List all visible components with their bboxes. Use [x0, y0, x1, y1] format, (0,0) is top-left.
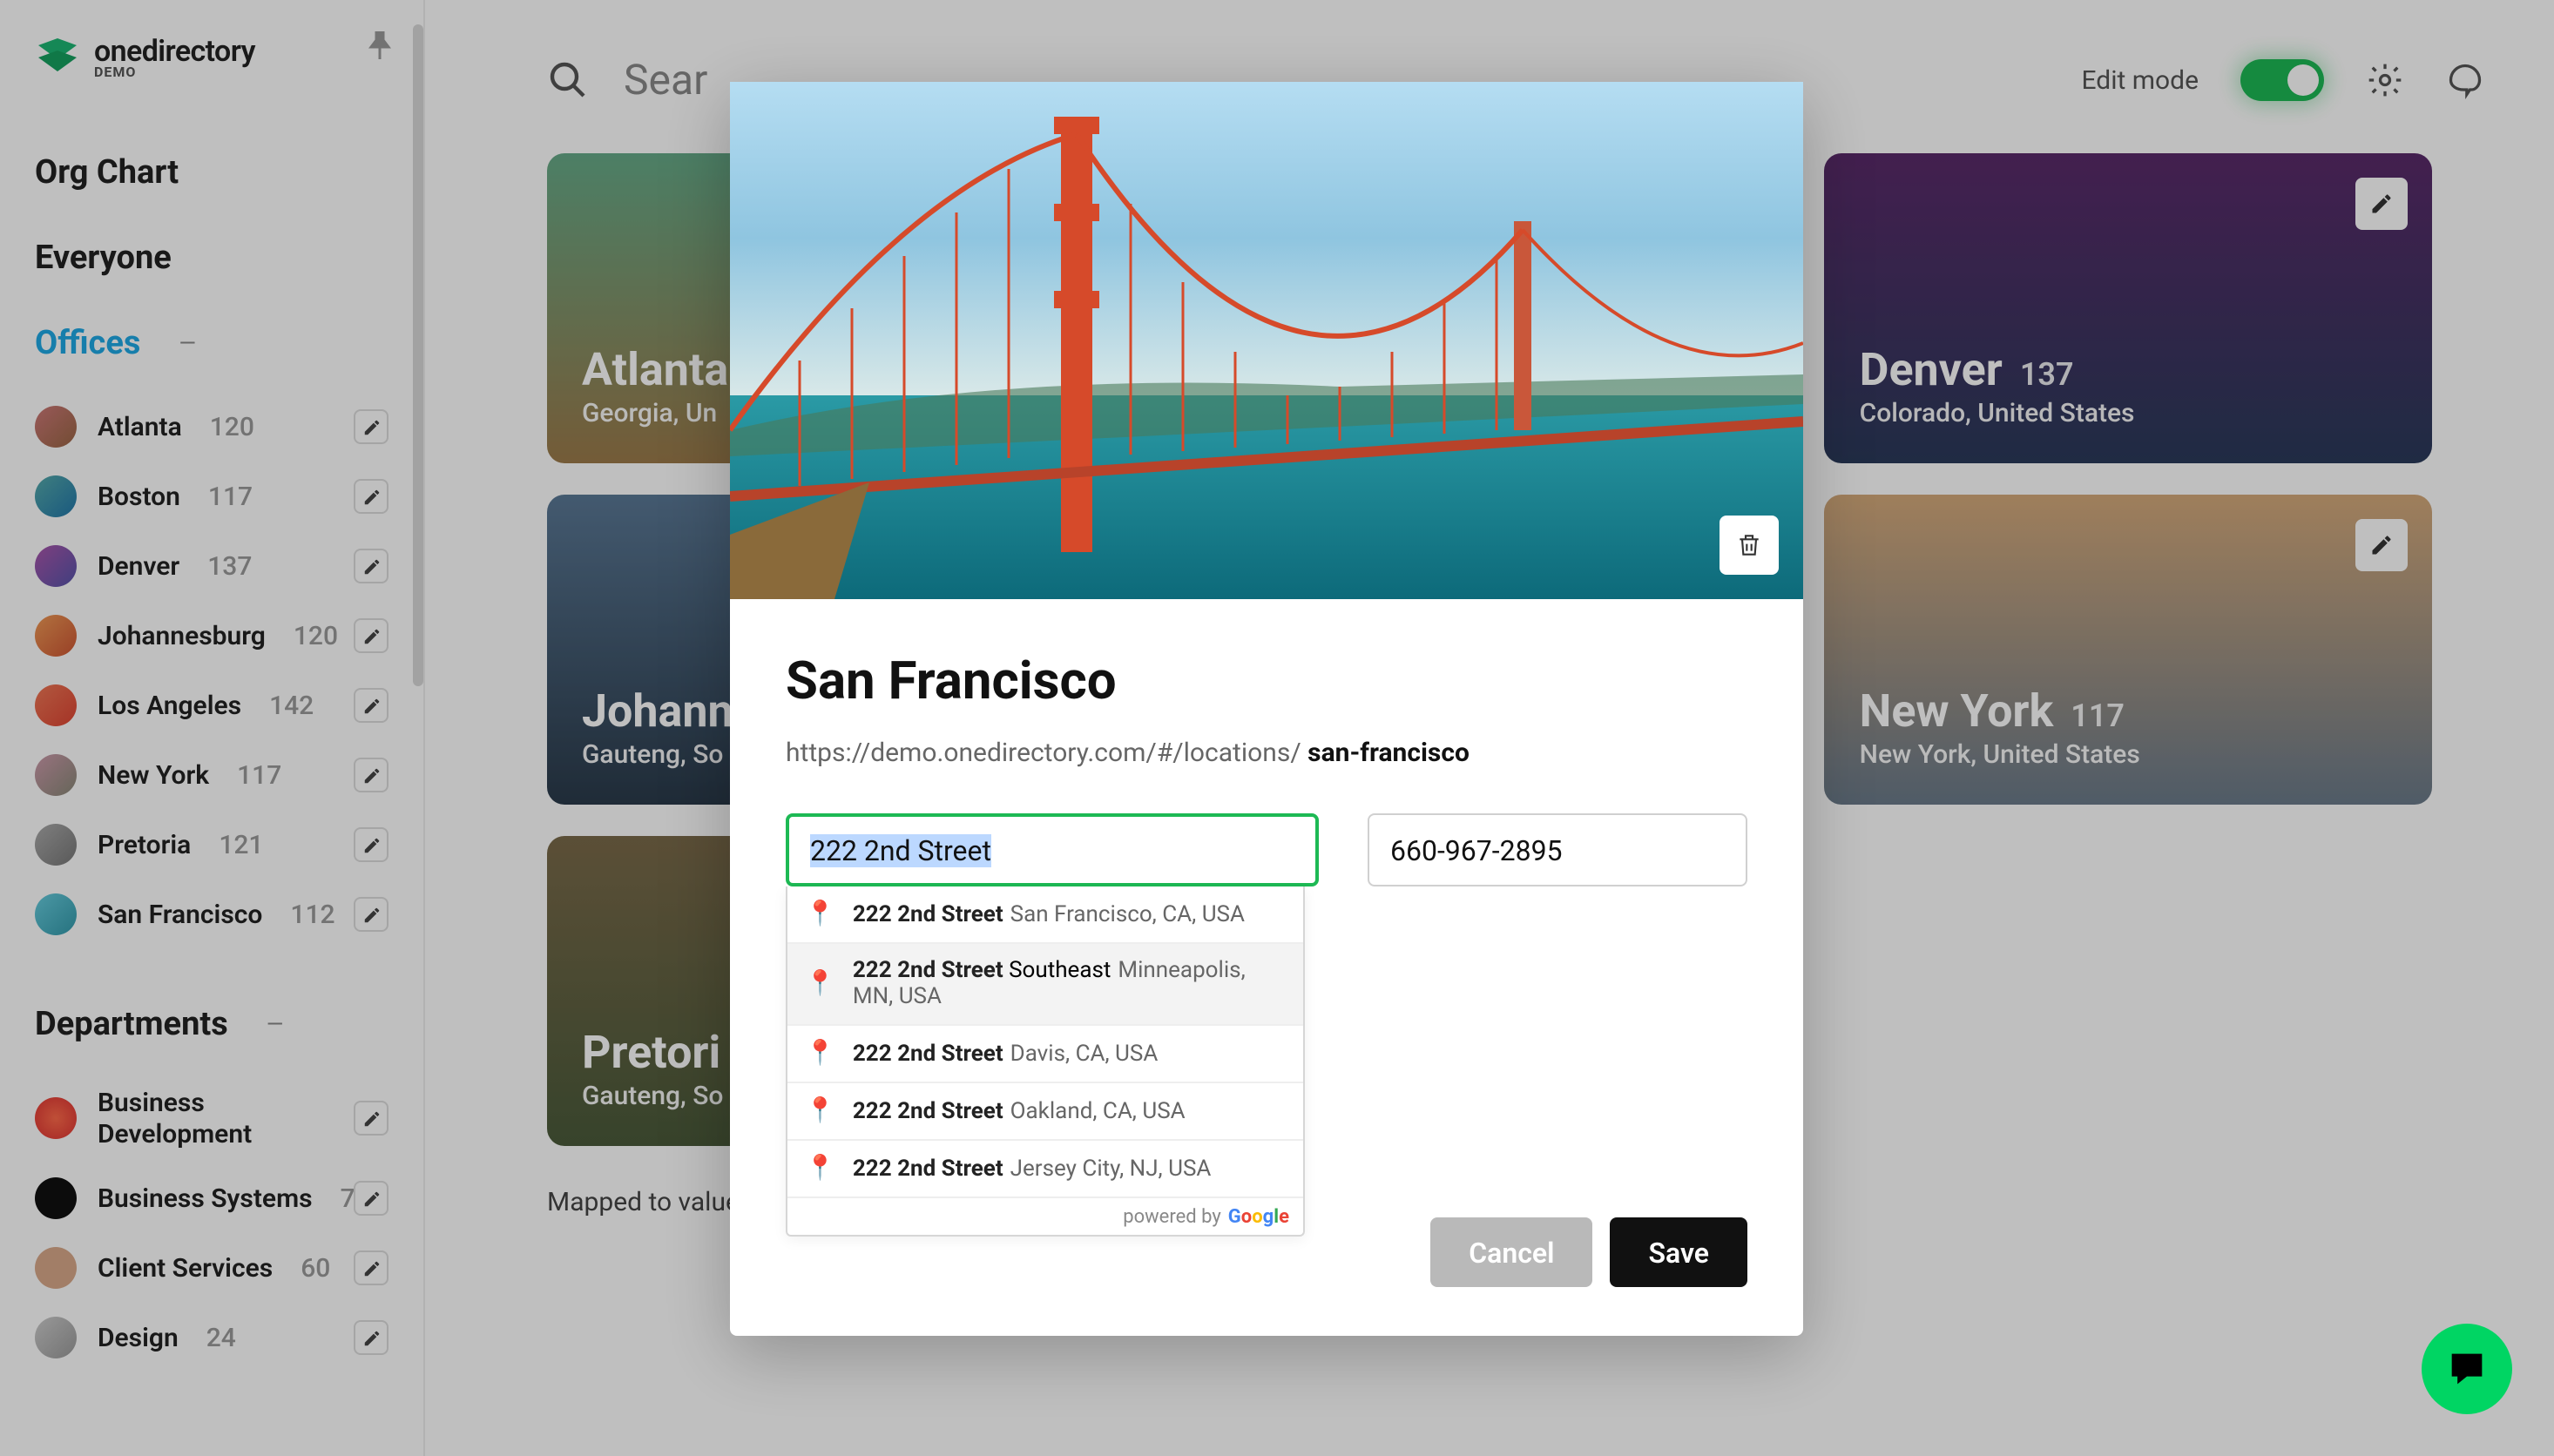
cancel-button[interactable]: Cancel: [1430, 1217, 1592, 1287]
edit-office-modal: San Francisco https://demo.onedirectory.…: [730, 82, 1803, 1336]
map-pin-icon: 📍: [805, 900, 835, 928]
map-pin-icon: 📍: [805, 970, 835, 998]
map-pin-icon: 📍: [805, 1040, 835, 1068]
address-suggestion-item[interactable]: 📍 222 2nd Street SoutheastMinneapolis, M…: [787, 944, 1303, 1026]
address-suggestion-item[interactable]: 📍 222 2nd StreetJersey City, NJ, USA: [787, 1141, 1303, 1198]
delete-image-button[interactable]: [1720, 516, 1779, 575]
address-suggestion-item[interactable]: 📍 222 2nd StreetSan Francisco, CA, USA: [787, 886, 1303, 944]
save-button[interactable]: Save: [1610, 1217, 1747, 1287]
modal-url: https://demo.onedirectory.com/#/location…: [786, 737, 1747, 768]
address-suggestion-item[interactable]: 📍 222 2nd StreetDavis, CA, USA: [787, 1026, 1303, 1083]
phone-input[interactable]: [1368, 813, 1747, 886]
map-pin-icon: 📍: [805, 1097, 835, 1125]
modal-title: San Francisco: [786, 651, 1747, 712]
powered-by-google: powered by Google: [787, 1198, 1303, 1235]
chat-widget[interactable]: [2422, 1324, 2512, 1414]
address-suggestions: 📍 222 2nd StreetSan Francisco, CA, USA 📍…: [786, 886, 1305, 1237]
map-pin-icon: 📍: [805, 1155, 835, 1183]
modal-hero-image: [730, 82, 1803, 599]
address-input[interactable]: [786, 813, 1319, 886]
address-suggestion-item[interactable]: 📍 222 2nd StreetOakland, CA, USA: [787, 1083, 1303, 1141]
